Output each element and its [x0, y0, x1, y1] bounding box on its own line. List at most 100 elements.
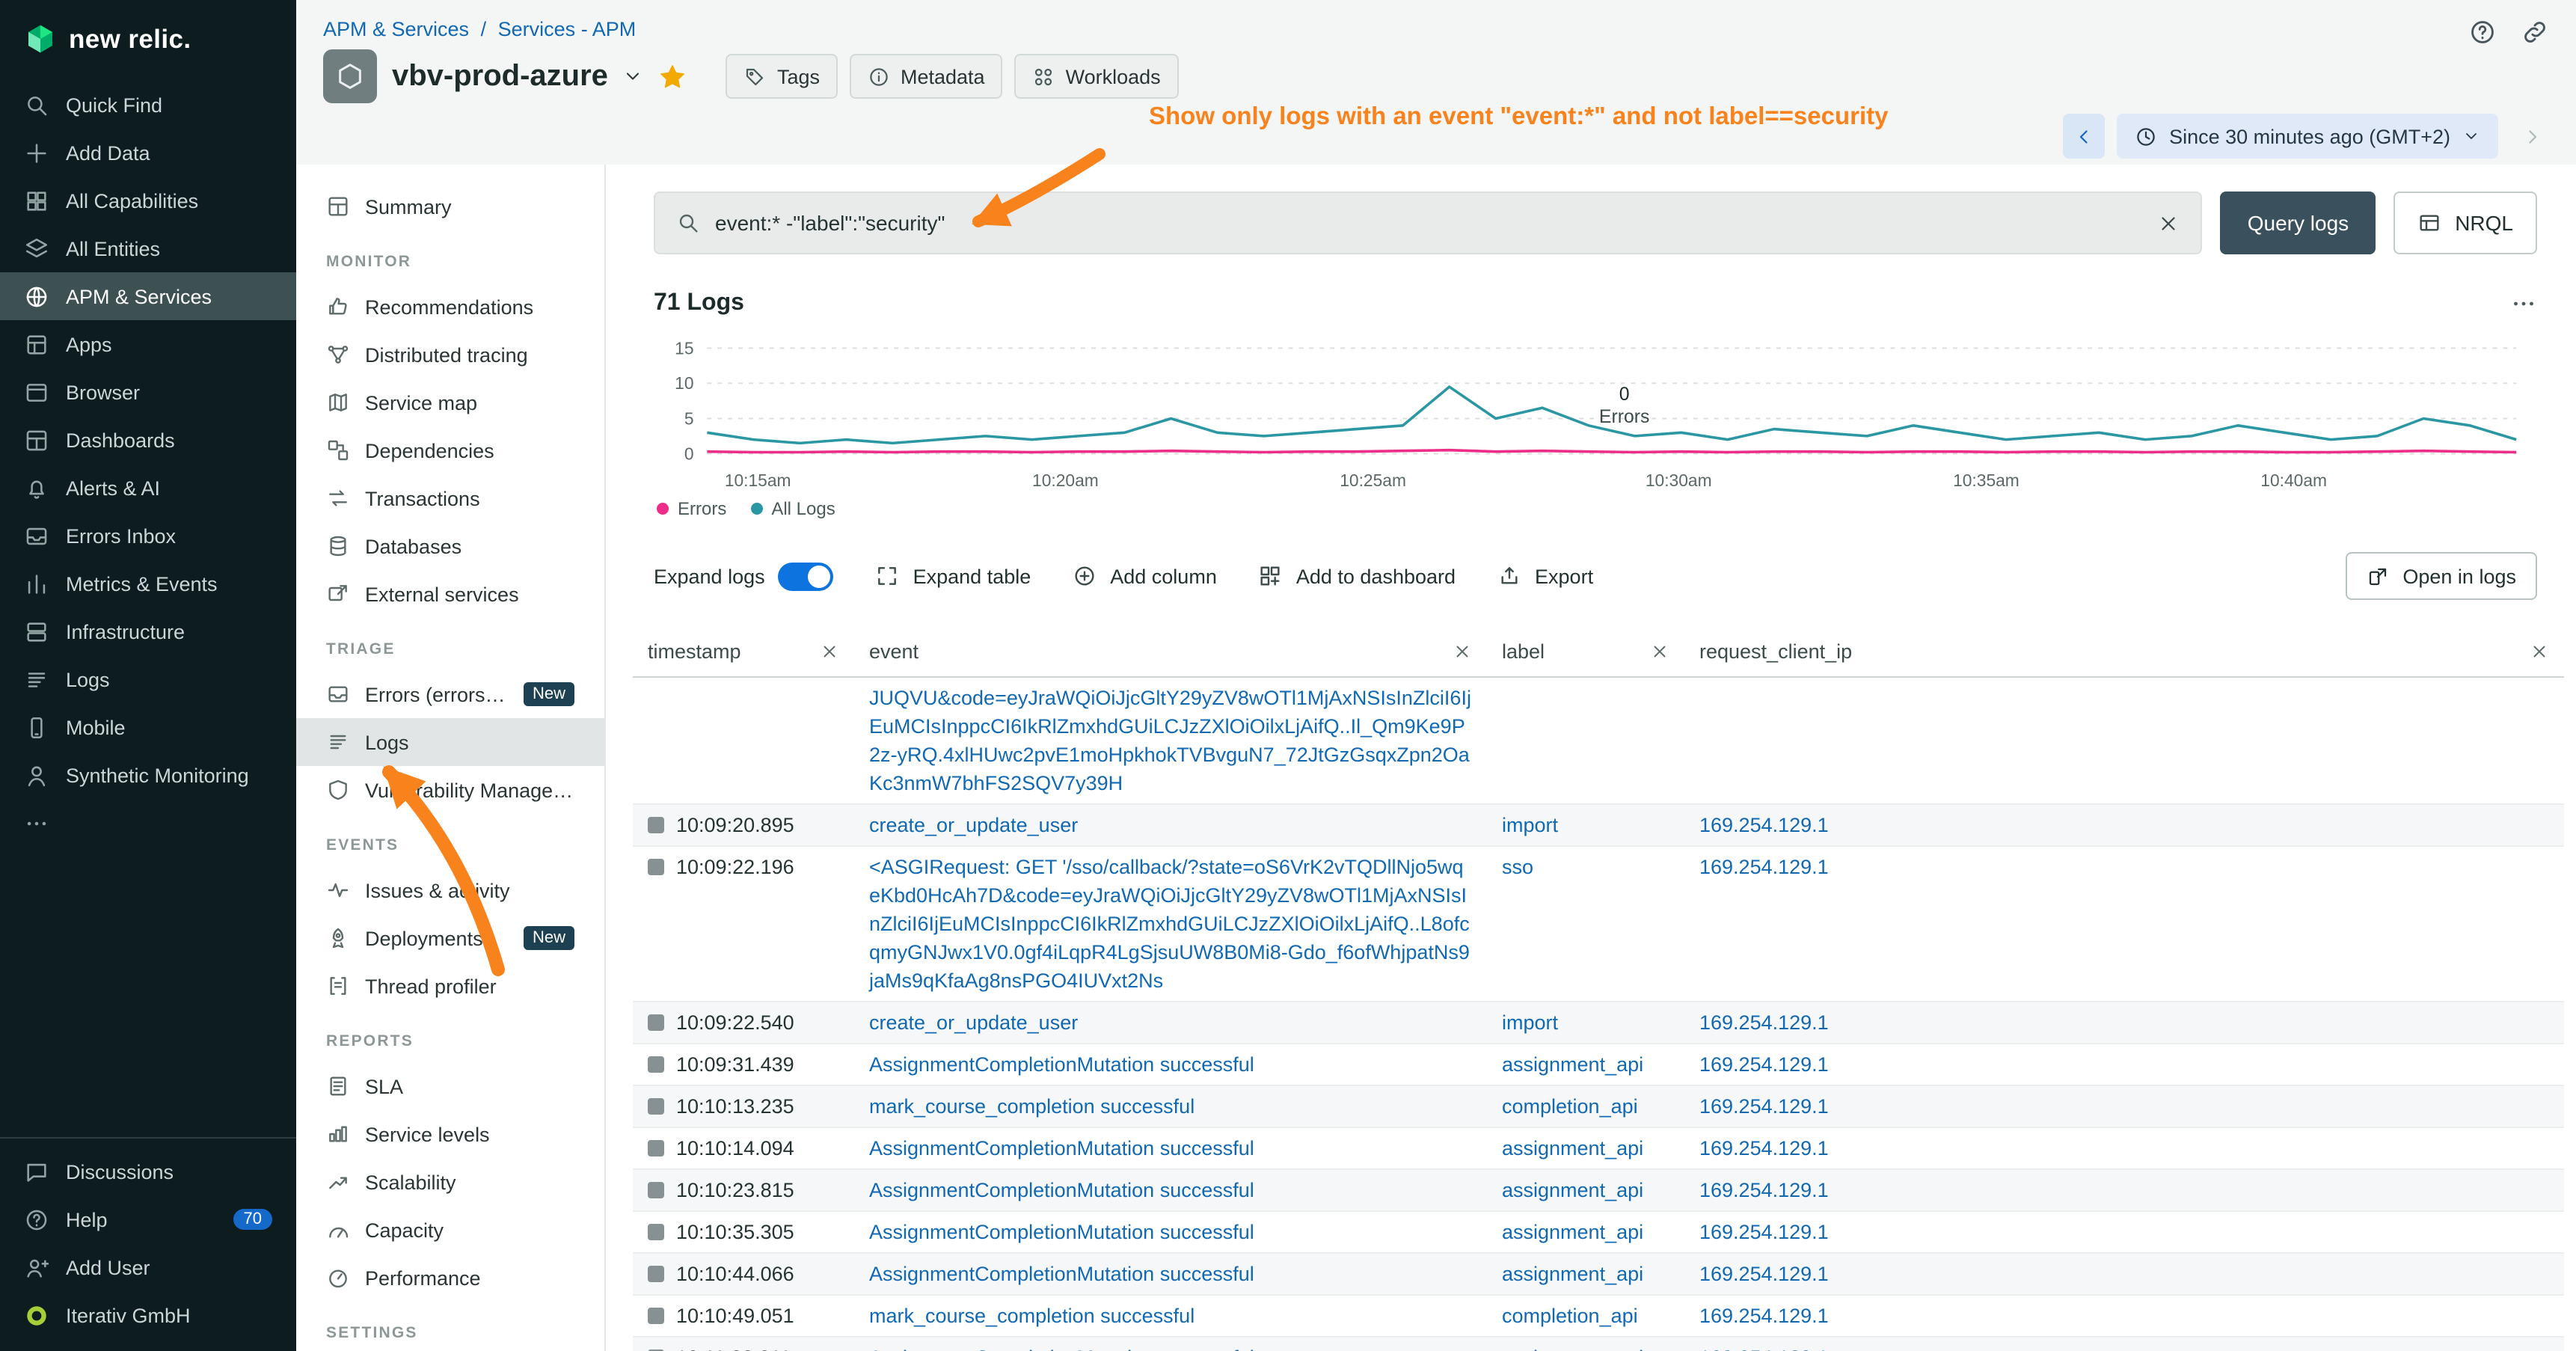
log-ip-link[interactable]: 169.254.129.1	[1684, 1296, 2564, 1336]
sidebar-item-iterativ-gmbh[interactable]: Iterativ GmbH	[0, 1291, 296, 1339]
log-table-row[interactable]: 10:10:13.235 mark_course_completion succ…	[633, 1086, 2564, 1128]
log-label-link[interactable]: assignment_api	[1487, 1338, 1684, 1351]
expand-logs-toggle[interactable]: Expand logs	[654, 562, 834, 590]
log-ip-link[interactable]: 169.254.129.1	[1684, 1170, 2564, 1210]
log-ip-link[interactable]: 169.254.129.1	[1684, 1212, 2564, 1252]
tags-button[interactable]: Tags	[726, 54, 838, 99]
time-picker[interactable]: Since 30 minutes ago (GMT+2)	[2117, 114, 2498, 159]
sidebar-item-metrics-events[interactable]: Metrics & Events	[0, 560, 296, 607]
log-ip-link[interactable]	[1684, 678, 2564, 690]
log-ip-link[interactable]: 169.254.129.1	[1684, 1002, 2564, 1043]
log-event-link[interactable]: AssignmentCompletionMutation successful	[854, 1128, 1487, 1168]
favorite-star-icon[interactable]	[659, 62, 687, 91]
log-table-row[interactable]: 10:09:31.439 AssignmentCompletionMutatio…	[633, 1044, 2564, 1086]
legend-all-logs[interactable]: All Logs	[750, 498, 835, 519]
subnav-item-errors-errors-inb[interactable]: Errors (errors inb... New	[296, 670, 604, 718]
sidebar-item-errors-inbox[interactable]: Errors Inbox	[0, 512, 296, 560]
sidebar-item-dashboards[interactable]: Dashboards	[0, 416, 296, 464]
log-table-row[interactable]: 10:10:35.305 AssignmentCompletionMutatio…	[633, 1212, 2564, 1254]
subnav-item-issues-activity[interactable]: Issues & activity	[296, 866, 604, 914]
time-back-button[interactable]	[2063, 114, 2105, 159]
sidebar-item-add-user[interactable]: Add User	[0, 1243, 296, 1291]
log-ip-link[interactable]: 169.254.129.1	[1684, 1044, 2564, 1085]
log-label-link[interactable]: completion_api	[1487, 1296, 1684, 1336]
log-table-row[interactable]: 10:10:49.051 mark_course_completion succ…	[633, 1296, 2564, 1338]
sidebar-item-infrastructure[interactable]: Infrastructure	[0, 607, 296, 655]
log-ip-link[interactable]: 169.254.129.1	[1684, 1128, 2564, 1168]
row-select-checkbox[interactable]	[648, 1140, 664, 1157]
sidebar-item-more[interactable]	[0, 799, 296, 847]
sidebar-item-apm-services[interactable]: APM & Services	[0, 272, 296, 320]
sidebar-item-help[interactable]: Help 70	[0, 1195, 296, 1243]
log-label-link[interactable]: import	[1487, 805, 1684, 845]
remove-column-icon[interactable]	[1453, 642, 1472, 661]
export-button[interactable]: Export	[1497, 564, 1593, 588]
log-ip-link[interactable]: 169.254.129.1	[1684, 1254, 2564, 1294]
log-table-row[interactable]: 10:10:14.094 AssignmentCompletionMutatio…	[633, 1128, 2564, 1170]
subnav-item-capacity[interactable]: Capacity	[296, 1206, 604, 1254]
log-event-link[interactable]: AssignmentCompletionMutation successful	[854, 1254, 1487, 1294]
log-label-link[interactable]: assignment_api	[1487, 1212, 1684, 1252]
sidebar-item-browser[interactable]: Browser	[0, 368, 296, 416]
subnav-item-databases[interactable]: Databases	[296, 522, 604, 570]
more-options-icon[interactable]	[2510, 290, 2537, 317]
remove-column-icon[interactable]	[2530, 642, 2549, 661]
subnav-item-service-levels[interactable]: Service levels	[296, 1110, 604, 1158]
log-table-row[interactable]: 10:10:44.066 AssignmentCompletionMutatio…	[633, 1254, 2564, 1296]
log-table-row[interactable]: 10:09:22.196 <ASGIRequest: GET '/sso/cal…	[633, 847, 2564, 1002]
column-header-request-client-ip[interactable]: request_client_ip	[1684, 627, 2564, 676]
help-circle-icon[interactable]	[2468, 18, 2497, 46]
log-ip-link[interactable]: 169.254.129.1	[1684, 1338, 2564, 1351]
subnav-item-sla[interactable]: SLA	[296, 1062, 604, 1110]
subnav-item-external-services[interactable]: External services	[296, 570, 604, 618]
sidebar-item-apps[interactable]: Apps	[0, 320, 296, 368]
sidebar-item-logs[interactable]: Logs	[0, 655, 296, 703]
log-event-link[interactable]: AssignmentCompletionMutation successful	[854, 1212, 1487, 1252]
column-header-event[interactable]: event	[854, 627, 1487, 676]
legend-errors[interactable]: Errors	[657, 498, 726, 519]
subnav-item-transactions[interactable]: Transactions	[296, 474, 604, 522]
subnav-item-vulnerability-management[interactable]: Vulnerability Management	[296, 766, 604, 814]
log-event-link[interactable]: mark_course_completion successful	[854, 1296, 1487, 1336]
log-label-link[interactable]: assignment_api	[1487, 1170, 1684, 1210]
sidebar-item-alerts-ai[interactable]: Alerts & AI	[0, 464, 296, 512]
toggle-switch-on[interactable]	[779, 562, 834, 590]
row-select-checkbox[interactable]	[648, 1224, 664, 1240]
sidebar-item-discussions[interactable]: Discussions	[0, 1148, 296, 1195]
log-event-link[interactable]: JUQVU&code=eyJraWQiOiJjcGltY29yZV8wOTl1M…	[854, 678, 1487, 803]
subnav-item-thread-profiler[interactable]: Thread profiler	[296, 962, 604, 1010]
log-query-text[interactable]: event:* -"label":"security"	[715, 211, 2143, 235]
row-select-checkbox[interactable]	[648, 1308, 664, 1324]
log-ip-link[interactable]: 169.254.129.1	[1684, 805, 2564, 845]
add-column-button[interactable]: Add column	[1073, 564, 1217, 588]
copy-link-icon[interactable]	[2521, 18, 2549, 46]
subnav-item-logs[interactable]: Logs	[296, 718, 604, 766]
sidebar-item-synthetic-monitoring[interactable]: Synthetic Monitoring	[0, 751, 296, 799]
sidebar-item-all-capabilities[interactable]: All Capabilities	[0, 177, 296, 224]
column-header-label[interactable]: label	[1487, 627, 1684, 676]
log-label-link[interactable]: assignment_api	[1487, 1128, 1684, 1168]
log-event-link[interactable]: <ASGIRequest: GET '/sso/callback/?state=…	[854, 847, 1487, 1001]
clear-query-icon[interactable]	[2158, 212, 2180, 234]
subnav-item-deployments[interactable]: Deployments New	[296, 914, 604, 962]
subnav-item-performance[interactable]: Performance	[296, 1254, 604, 1302]
column-header-timestamp[interactable]: timestamp	[633, 627, 854, 676]
sidebar-item-quick-find[interactable]: Quick Find	[0, 81, 296, 129]
log-ip-link[interactable]: 169.254.129.1	[1684, 847, 2564, 887]
subnav-item-service-map[interactable]: Service map	[296, 379, 604, 426]
row-select-checkbox[interactable]	[648, 1056, 664, 1073]
subnav-item-summary[interactable]: Summary	[296, 183, 604, 230]
log-label-link[interactable]: import	[1487, 1002, 1684, 1043]
open-in-logs-button[interactable]: Open in logs	[2346, 552, 2537, 600]
log-table-row[interactable]: 10:09:20.895 create_or_update_user impor…	[633, 805, 2564, 847]
sidebar-item-mobile[interactable]: Mobile	[0, 703, 296, 751]
subnav-item-recommendations[interactable]: Recommendations	[296, 283, 604, 331]
log-table-row[interactable]: 10:11:00.311 AssignmentCompletionMutatio…	[633, 1338, 2564, 1351]
time-forward-button[interactable]	[2510, 114, 2552, 159]
log-table-row[interactable]: JUQVU&code=eyJraWQiOiJjcGltY29yZV8wOTl1M…	[633, 678, 2564, 805]
subnav-item-dependencies[interactable]: Dependencies	[296, 426, 604, 474]
breadcrumb-services-apm[interactable]: Services - APM	[498, 18, 637, 40]
workloads-button[interactable]: Workloads	[1015, 54, 1179, 99]
log-event-link[interactable]: mark_course_completion successful	[854, 1086, 1487, 1127]
subnav-item-scalability[interactable]: Scalability	[296, 1158, 604, 1206]
